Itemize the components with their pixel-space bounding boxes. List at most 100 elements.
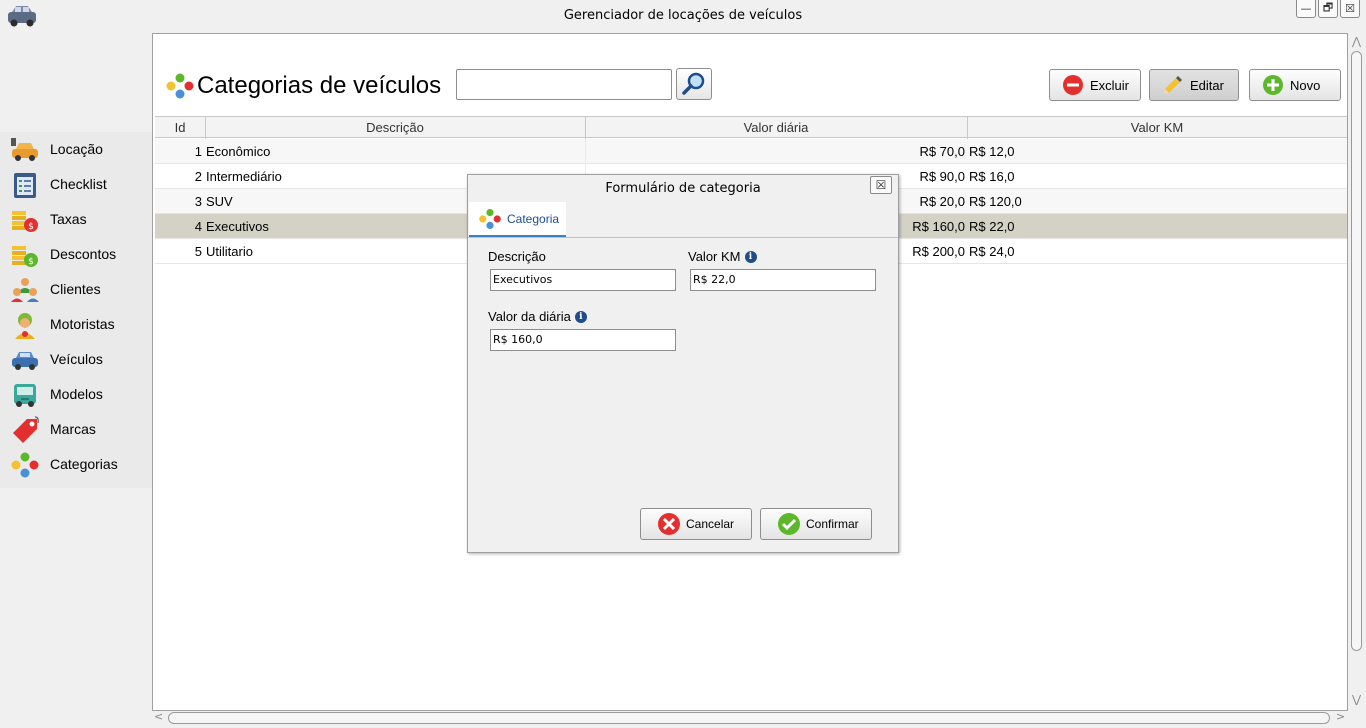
page-title: Categorias de veículos [197,72,442,99]
sidebar-item-categorias[interactable]: Categorias [0,447,152,482]
sidebar-item-taxas[interactable]: $ Taxas [0,202,152,237]
new-button-label: Novo [1290,77,1321,93]
scroll-left-icon[interactable]: < [154,710,163,723]
column-header-descricao[interactable]: Descrição [205,120,585,135]
car-rental-icon [11,138,38,161]
valor-diaria-field[interactable]: R$ 160,0 [490,329,676,351]
info-icon[interactable]: i [744,250,757,263]
valor-km-label-text: Valor KM [688,249,741,264]
scroll-down-icon[interactable]: ⋁ [1352,693,1361,706]
horizontal-scroll-thumb[interactable] [168,712,1330,724]
sidebar-item-label: Clientes [50,281,101,297]
sidebar-item-locacao[interactable]: Locação [0,132,152,167]
horizontal-scrollbar[interactable]: < > [152,710,1348,726]
car-icon [12,352,38,370]
confirm-button[interactable]: Confirmar [760,508,872,540]
category-form-dialog: Formulário de categoria ☒ Categoria Desc… [467,174,899,553]
minus-circle-icon [1063,75,1083,95]
tab-categoria[interactable]: Categoria [469,202,566,237]
cancel-button-label: Cancelar [686,517,735,531]
sidebar-item-motoristas[interactable]: Motoristas [0,307,152,342]
search-icon [682,72,705,95]
sidebar-item-descontos[interactable]: $ Descontos [0,237,152,272]
cancel-icon [658,513,680,535]
sidebar-item-label: Motoristas [50,316,115,332]
tab-label: Categoria [507,211,560,226]
sidebar-item-checklist[interactable]: Checklist [0,167,152,202]
cell-valor-km: R$ 16,0 [969,169,1015,184]
cell-descricao: Intermediário [206,169,282,184]
cell-id: 1 [194,144,202,159]
edit-button-label: Editar [1190,77,1224,93]
plus-circle-icon [1263,75,1283,95]
sidebar-item-clientes[interactable]: Clientes [0,272,152,307]
window-title: Gerenciador de locações de veículos [563,8,803,23]
vertical-scrollbar[interactable]: ⋀ ⋁ [1348,33,1366,711]
confirm-button-label: Confirmar [806,517,859,531]
new-button[interactable]: Novo [1249,69,1341,101]
svg-text:$: $ [28,222,34,232]
sidebar-item-label: Descontos [50,246,117,262]
minimize-button[interactable]: — [1296,0,1316,18]
vertical-scroll-thumb[interactable] [1351,51,1362,651]
sidebar-item-label: Taxas [50,211,87,227]
sidebar-item-marcas[interactable]: Marcas [0,412,152,447]
tab-divider [468,237,898,238]
categories-icon [166,73,194,99]
sidebar-item-label: Categorias [50,456,118,472]
sidebar-item-label: Locação [50,141,103,157]
categories-icon [11,452,39,478]
cancel-button[interactable]: Cancelar [640,508,752,540]
people-icon [11,278,39,302]
check-icon [778,513,800,535]
cell-descricao: Executivos [206,219,269,234]
cell-descricao: Econômico [206,144,271,159]
valor-km-label: Valor KM i [688,249,757,264]
valor-km-field[interactable]: R$ 22,0 [690,269,876,291]
table-row[interactable]: 1 Econômico R$ 70,0 R$ 12,0 [155,139,1347,164]
checklist-icon [14,173,36,198]
column-header-valor-diaria[interactable]: Valor diária [585,120,967,135]
categories-icon [479,208,501,229]
restore-button[interactable]: 🗗 [1318,0,1338,18]
cell-descricao: Utilitario [206,244,253,259]
cell-valor-diaria: R$ 70,0 [919,144,965,159]
delete-button-label: Excluir [1090,77,1130,93]
svg-text:$: $ [28,257,34,267]
sidebar-item-label: Veículos [50,351,103,367]
cell-id: 5 [194,244,202,259]
search-button[interactable] [676,68,712,100]
tag-icon [13,416,39,443]
descricao-field[interactable]: Executivos [490,269,676,291]
cell-id: 4 [194,219,202,234]
dialog-close-button[interactable]: ☒ [870,176,892,194]
sidebar-item-label: Checklist [50,176,107,192]
cell-valor-km: R$ 24,0 [969,244,1015,259]
scroll-right-icon[interactable]: > [1336,710,1345,723]
scroll-up-icon[interactable]: ⋀ [1352,35,1361,48]
column-header-id[interactable]: Id [155,120,205,135]
cell-valor-km: R$ 22,0 [969,219,1015,234]
edit-button[interactable]: Editar [1149,69,1239,101]
cell-valor-km: R$ 12,0 [969,144,1015,159]
delete-button[interactable]: Excluir [1049,69,1141,101]
info-icon[interactable]: i [574,310,587,323]
bus-icon [14,384,36,407]
sidebar-item-label: Marcas [50,421,96,437]
cell-id: 2 [194,169,202,184]
coins-tax-icon: $ [12,211,38,232]
sidebar-item-label: Modelos [50,386,103,402]
sidebar-item-modelos[interactable]: Modelos [0,377,152,412]
valor-diaria-label: Valor da diária i [488,309,587,324]
dialog-title: Formulário de categoria [605,181,761,196]
cell-descricao: SUV [206,194,233,209]
search-input[interactable] [456,69,672,100]
cell-id: 3 [194,194,202,209]
coins-discount-icon: $ [12,246,38,267]
column-header-valor-km[interactable]: Valor KM [967,120,1347,135]
sidebar-item-veiculos[interactable]: Veículos [0,342,152,377]
close-window-button[interactable]: ☒ [1340,0,1360,18]
title-bar: Gerenciador de locações de veículos — 🗗 … [0,0,1366,32]
descricao-label-text: Descrição [488,249,546,264]
cell-valor-km: R$ 120,0 [969,194,1022,209]
